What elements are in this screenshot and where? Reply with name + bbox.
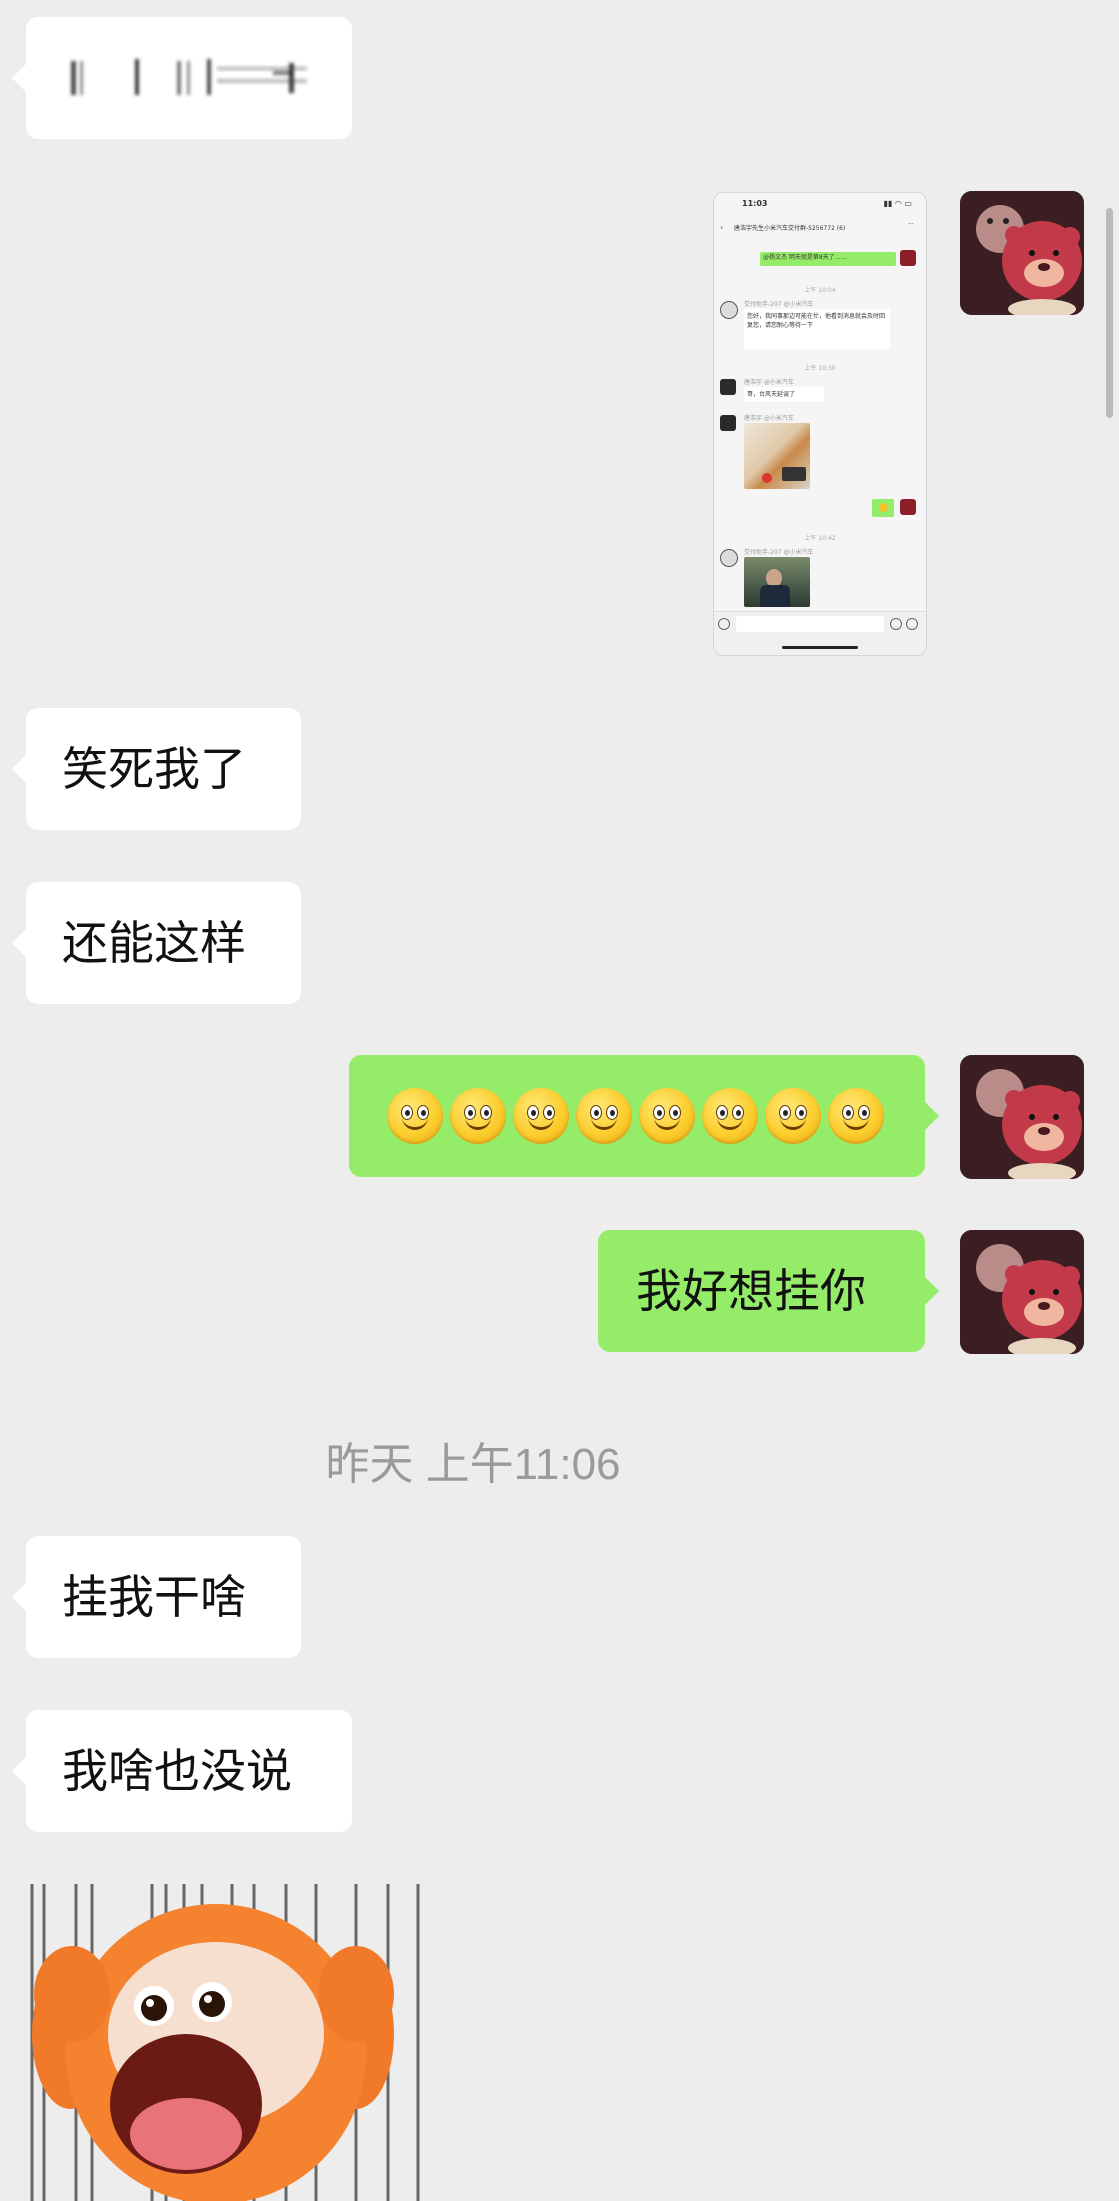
message-bubble-incoming[interactable]: 我啥也没说	[12, 1710, 352, 1832]
message-image-screenshot[interactable]: 11:03 ▮▮ ◠ ▭ ‹ 唐浩宇先生小米汽车交付群-5256772 (6) …	[713, 192, 927, 656]
message-bubble-outgoing[interactable]: 我好想挂你	[598, 1230, 939, 1352]
slightly-smiling-face-icon	[702, 1088, 758, 1144]
shot-sender-1: 交付助手-207 @小米汽车	[744, 301, 814, 308]
shot-avatar-self	[900, 250, 916, 266]
lotso-bear-avatar-icon	[960, 1230, 1084, 1354]
shot-time-1: 上午 10:04	[804, 287, 836, 294]
shot-green-msg: @杨文杰 明天就是第8天了……	[760, 252, 896, 266]
shot-avatar-bot	[720, 301, 738, 319]
shot-avatar-bot-2	[720, 549, 738, 567]
avatar-self[interactable]	[960, 1230, 1084, 1354]
shot-more-icon: ···	[908, 221, 914, 228]
lotso-bear-avatar-icon	[960, 191, 1084, 315]
shot-sender-2: 唐浩宇 @小米汽车	[744, 379, 794, 386]
message-bubble-emoji[interactable]	[349, 1055, 939, 1177]
chat-timestamp: 昨天 上午11:06	[325, 1440, 621, 1489]
slightly-smiling-face-icon	[639, 1088, 695, 1144]
shot-dog-image	[744, 423, 810, 489]
message-text: 挂我干啥	[62, 1570, 246, 1624]
message-bubble-incoming[interactable]: 挂我干啥	[12, 1536, 301, 1658]
message-text: 还能这样	[62, 916, 246, 970]
shot-emoji-icon	[879, 503, 888, 512]
orange-monkey-screaming-sticker-icon	[30, 1884, 420, 2201]
avatar-self[interactable]	[960, 1055, 1084, 1179]
slightly-smiling-face-icon	[450, 1088, 506, 1144]
message-sticker[interactable]	[26, 1884, 422, 2201]
avatar-self[interactable]	[960, 191, 1084, 315]
shot-time-3: 上午 10:42	[804, 535, 836, 542]
message-text: 笑死我了	[62, 742, 246, 796]
shot-status-icons: ▮▮ ◠ ▭	[883, 199, 912, 208]
shot-avatar-self-2	[900, 499, 916, 515]
slightly-smiling-face-icon	[576, 1088, 632, 1144]
shot-avatar-agent-2	[720, 415, 736, 431]
slightly-smiling-face-icon	[828, 1088, 884, 1144]
redacted-text-blur	[71, 59, 307, 95]
message-bubble-incoming[interactable]: 笑死我了	[12, 708, 301, 830]
shot-title: 唐浩宇先生小米汽车交付群-5256772 (6)	[734, 225, 846, 232]
shot-time-2: 上午 10:30	[804, 365, 836, 372]
slightly-smiling-face-icon	[513, 1088, 569, 1144]
lotso-bear-avatar-icon	[960, 1055, 1084, 1179]
shot-sender-3: 唐浩宇 @小米汽车	[744, 415, 794, 422]
scrollbar[interactable]	[1106, 208, 1113, 418]
message-text: 我啥也没说	[62, 1744, 292, 1798]
message-bubble-redacted[interactable]	[12, 17, 352, 139]
message-bubble-incoming[interactable]: 还能这样	[12, 882, 301, 1004]
slightly-smiling-face-icon	[765, 1088, 821, 1144]
shot-text-2: 哥，台风天延误了	[744, 387, 824, 402]
shot-photo-image	[744, 557, 810, 607]
shot-avatar-agent	[720, 379, 736, 395]
shot-sender-4: 交付助手-207 @小米汽车	[744, 549, 814, 556]
slightly-smiling-face-icon	[387, 1088, 443, 1144]
shot-text-1: 您好，我同事那边可能在忙，他看到消息就会及时回复您，请您耐心等待一下	[744, 309, 890, 349]
message-text: 我好想挂你	[636, 1264, 866, 1318]
shot-input-bar	[714, 611, 926, 655]
